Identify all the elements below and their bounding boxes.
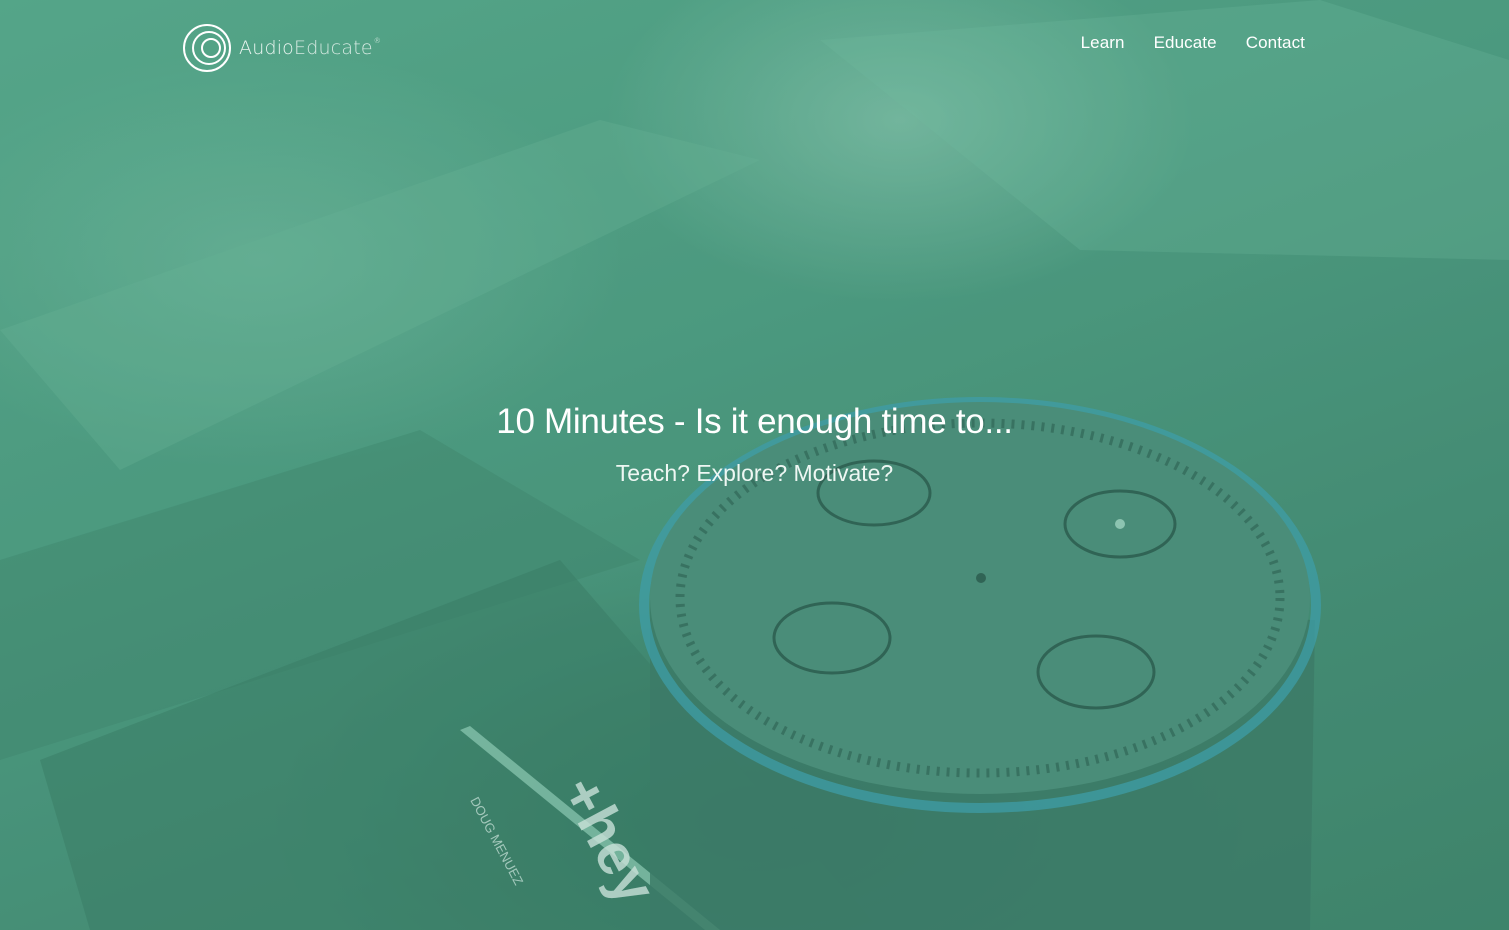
brand-name: AudioEducate® <box>239 37 381 59</box>
brand-logo[interactable]: AudioEducate® <box>181 22 381 74</box>
nav-link-contact[interactable]: Contact <box>1246 33 1305 53</box>
hero-headline: 10 Minutes - Is it enough time to... <box>496 402 1013 441</box>
hero-subhead: Teach? Explore? Motivate? <box>615 460 894 486</box>
main-nav: Learn Educate Contact <box>1081 33 1305 53</box>
hero-copy: 10 Minutes - Is it enough time to... Tea… <box>0 402 1509 487</box>
audio-rings-icon <box>183 24 231 72</box>
nav-link-learn[interactable]: Learn <box>1081 33 1125 53</box>
nav-link-educate[interactable]: Educate <box>1154 33 1217 53</box>
